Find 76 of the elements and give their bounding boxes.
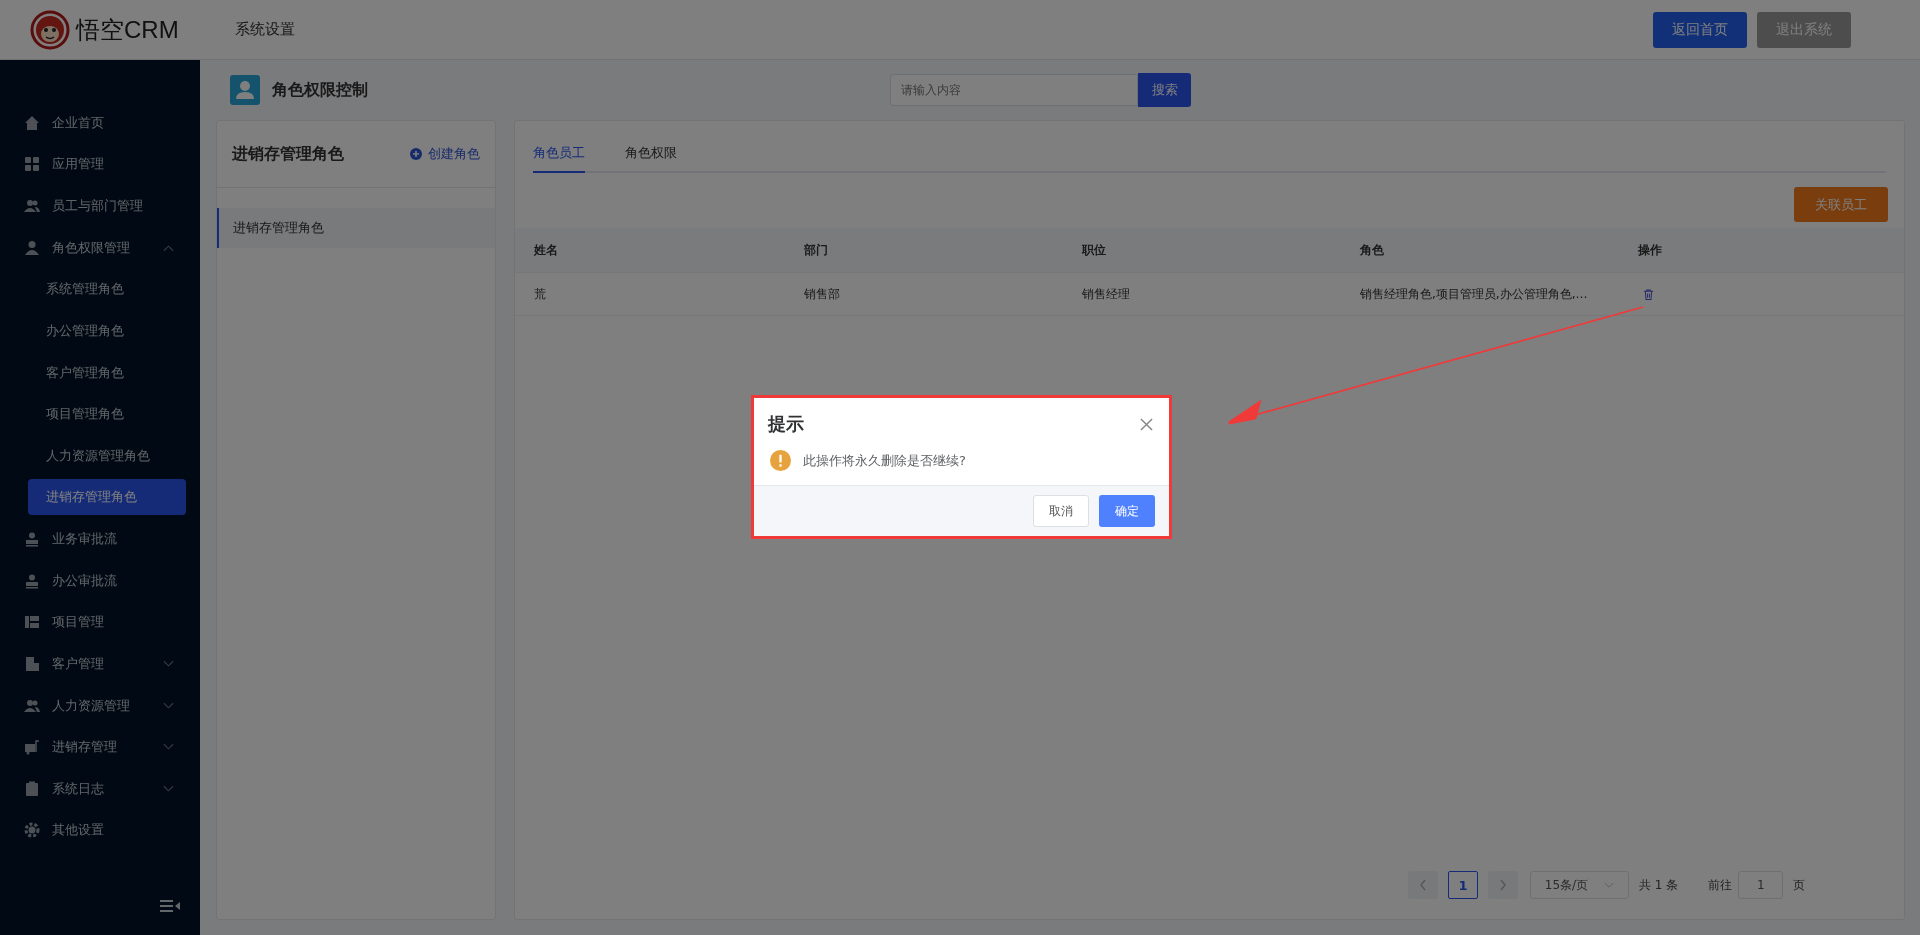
page-suffix: 页: [1793, 876, 1806, 894]
plus-circle-icon: [410, 148, 422, 160]
submenu-item[interactable]: 办公管理角色: [28, 309, 186, 352]
menu-item[interactable]: 项目管理: [0, 601, 200, 644]
dialog-button[interactable]: 确定: [1099, 495, 1155, 527]
table-cell: 销售部: [804, 286, 840, 301]
user-badge-icon: [230, 75, 260, 105]
building-icon: [24, 655, 40, 672]
role-item[interactable]: 进销存管理角色: [217, 208, 495, 248]
search-field[interactable]: 请输入内容: [890, 73, 1138, 106]
settings-icon: [24, 822, 40, 839]
dropdown-caret-icon: [1604, 881, 1615, 889]
chevron-right-icon: [1499, 879, 1507, 891]
grid-icon: [24, 156, 40, 173]
menu-item[interactable]: 系统日志: [0, 767, 200, 810]
stamp-icon: [24, 572, 40, 589]
clipboard-icon: [24, 780, 40, 797]
user-icon: [24, 239, 40, 256]
menu-item[interactable]: 企业首页: [0, 102, 200, 144]
close-icon[interactable]: [1140, 417, 1153, 431]
stamp-icon: [24, 531, 40, 548]
submenu-item[interactable]: 进销存管理角色: [28, 479, 186, 516]
monkey-logo-icon: [30, 9, 70, 50]
menu-item[interactable]: 进销存管理: [0, 726, 200, 768]
tab[interactable]: 角色权限: [625, 135, 677, 173]
page-button[interactable]: 1: [1448, 871, 1478, 899]
nav-link[interactable]: 系统设置: [235, 20, 295, 39]
users-icon: [24, 697, 40, 714]
table-cell: 销售经理角色,项目管理员,办公管理角色,…: [1360, 286, 1588, 301]
search-button[interactable]: 搜索: [1138, 72, 1191, 107]
cart-icon: [24, 739, 40, 756]
menu-item[interactable]: 角色权限管理: [0, 226, 200, 269]
column-header: 姓名: [534, 242, 558, 257]
dialog-message: 此操作将永久删除是否继续?: [803, 451, 966, 470]
column-header: 操作: [1638, 242, 1662, 257]
collapse-menu-icon[interactable]: [159, 899, 181, 913]
menu-item[interactable]: 客户管理: [0, 643, 200, 685]
column-header: 部门: [804, 242, 828, 257]
panel-title: 进销存管理角色: [232, 143, 344, 165]
submenu-item[interactable]: 客户管理角色: [28, 351, 186, 394]
menu-item[interactable]: 应用管理: [0, 143, 200, 186]
chevron-icon: [163, 784, 174, 793]
total-count: 共 1 条: [1639, 876, 1679, 894]
menu-item[interactable]: 业务审批流: [0, 518, 200, 560]
board-icon: [24, 614, 40, 631]
goto-page-field[interactable]: 1: [1738, 871, 1784, 899]
menu-item[interactable]: 办公审批流: [0, 559, 200, 602]
chevron-left-icon: [1419, 879, 1427, 891]
table-cell: 荒: [534, 286, 546, 301]
header-button[interactable]: 返回首页: [1653, 11, 1747, 48]
page-title: 角色权限控制: [272, 79, 368, 101]
logo-text: 悟空CRM: [76, 14, 179, 45]
chevron-icon: [163, 743, 174, 752]
column-header: 职位: [1082, 242, 1106, 257]
delete-icon[interactable]: [1643, 287, 1654, 301]
link-staff-button[interactable]: 关联员工: [1794, 187, 1888, 222]
table-cell: 销售经理: [1082, 286, 1130, 301]
submenu-item[interactable]: 项目管理角色: [28, 393, 186, 435]
dialog-button[interactable]: 取消: [1033, 495, 1089, 527]
submenu-item[interactable]: 系统管理角色: [28, 268, 186, 310]
menu-item[interactable]: 其他设置: [0, 809, 200, 852]
goto-label: 前往: [1708, 876, 1733, 894]
dialog-title: 提示: [768, 412, 804, 436]
column-header: 角色: [1360, 242, 1384, 257]
menu-item[interactable]: 人力资源管理: [0, 684, 200, 727]
tab[interactable]: 角色员工: [533, 135, 585, 173]
chevron-icon: [163, 243, 174, 252]
chevron-icon: [163, 701, 174, 710]
warning-icon: [770, 450, 791, 471]
create-role-link[interactable]: 创建角色: [410, 145, 480, 163]
chevron-icon: [163, 659, 174, 668]
page-size-select[interactable]: 15条/页: [1530, 871, 1629, 899]
users-icon: [24, 198, 40, 214]
home-icon: [24, 114, 40, 131]
submenu-item[interactable]: 人力资源管理角色: [28, 434, 186, 477]
menu-item[interactable]: 员工与部门管理: [0, 185, 200, 227]
